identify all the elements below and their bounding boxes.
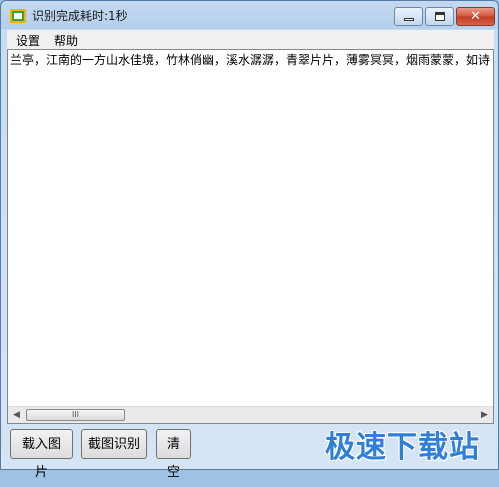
scroll-thumb[interactable]: III [26,409,125,421]
clear-button[interactable]: 清空 [156,429,191,480]
result-text-area[interactable]: 兰亭，江南的一方山水佳境，竹林俏幽，溪水潺潺，青翠片片，薄雾冥冥，烟雨蒙蒙，如诗… [7,49,494,424]
horizontal-scrollbar[interactable]: ◀ III ▶ [8,406,493,423]
menu-bar: 设置 帮助 [7,30,494,49]
app-icon [10,9,26,23]
recognized-text[interactable]: 兰亭，江南的一方山水佳境，竹林俏幽，溪水潺潺，青翠片片，薄雾冥冥，烟雨蒙蒙，如诗 [10,51,490,68]
app-window: 识别完成耗时:1秒 ✕ 设置 帮助 兰亭，江南的一方山水佳境，竹林俏幽，溪水潺潺… [0,0,499,480]
minimize-icon [404,18,414,21]
close-icon: ✕ [470,9,481,24]
maximize-button[interactable] [425,7,454,26]
window-title: 识别完成耗时:1秒 [32,9,128,23]
watermark-logo: 极速下载站 [325,430,480,465]
load-image-button[interactable]: 载入图片 [10,429,73,480]
capture-recognize-button[interactable]: 截图识别 [81,429,147,459]
maximize-icon [435,12,445,21]
scroll-right-arrow-icon[interactable]: ▶ [476,407,493,423]
close-button[interactable]: ✕ [456,7,495,26]
minimize-button[interactable] [394,7,423,26]
menu-settings[interactable]: 设置 [16,32,40,49]
scroll-left-arrow-icon[interactable]: ◀ [8,407,25,423]
menu-help[interactable]: 帮助 [54,32,78,49]
title-bar[interactable]: 识别完成耗时:1秒 ✕ [1,1,498,29]
